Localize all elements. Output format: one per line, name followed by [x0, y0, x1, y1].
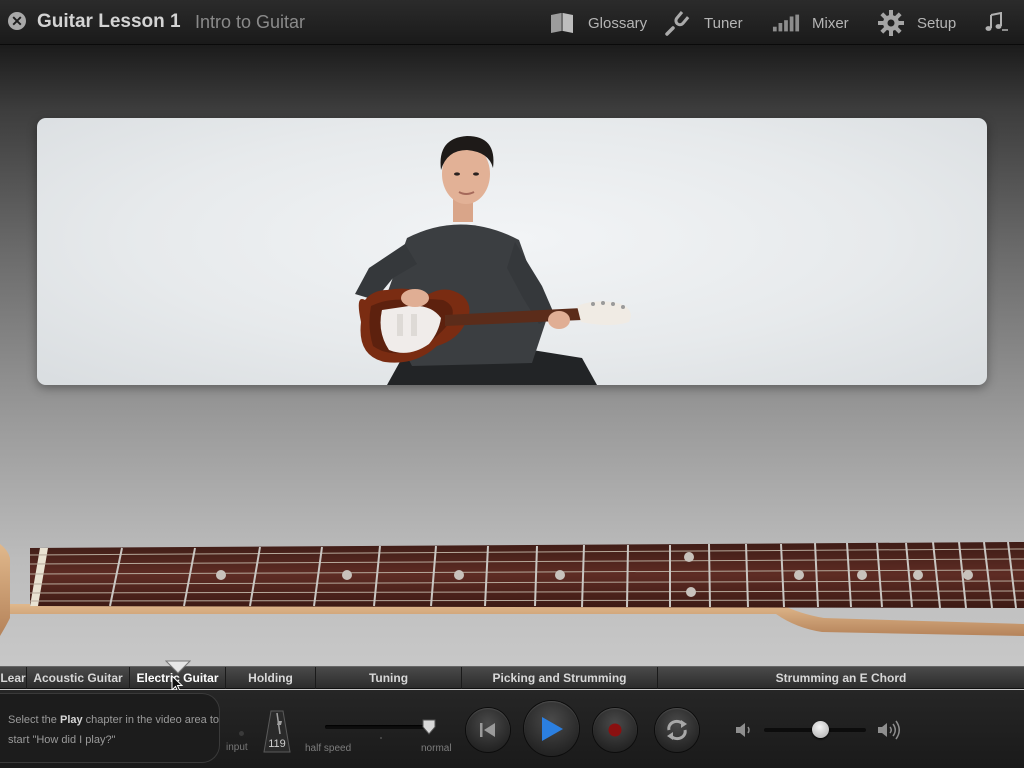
close-icon[interactable]: ✕	[8, 12, 26, 30]
play-icon	[541, 716, 563, 741]
tuner-label: Tuner	[704, 14, 743, 32]
gear-icon	[877, 10, 905, 36]
tuning-fork-icon	[664, 10, 692, 36]
glossary-button[interactable]: Glossary	[548, 10, 647, 36]
input-led	[239, 731, 244, 736]
mixer-button[interactable]: Mixer	[772, 10, 849, 36]
chapter-acoustic-guitar[interactable]: Acoustic Guitar	[27, 667, 130, 689]
chapter-tuning[interactable]: Tuning	[316, 667, 462, 689]
go-to-beginning-button[interactable]	[466, 708, 510, 752]
lesson-subtitle: Intro to Guitar	[195, 12, 306, 32]
lesson-video[interactable]	[37, 118, 987, 385]
chapter-picking-and-strumming[interactable]: Picking and Strumming	[462, 667, 658, 689]
title-bar: ✕ Guitar Lesson 1 Intro to Guitar Glossa…	[0, 0, 1024, 45]
instructor-image	[355, 136, 631, 385]
volume-low-icon	[736, 723, 750, 737]
book-icon	[548, 10, 576, 36]
half-speed-label: half speed	[305, 743, 352, 754]
play-button[interactable]	[524, 701, 579, 756]
tempo-value[interactable]: 119	[265, 738, 289, 750]
glossary-label: Glossary	[588, 14, 648, 32]
input-label: input	[226, 742, 248, 753]
playhead[interactable]	[165, 660, 191, 674]
volume-high-icon	[878, 720, 900, 740]
music-notes-button[interactable]	[982, 10, 1022, 36]
record-button[interactable]	[593, 708, 637, 752]
hint-text-bold: Play	[59, 714, 83, 726]
mixer-label: Mixer	[812, 14, 849, 32]
chapter-bar: Lear Acoustic Guitar Electric Guitar Hol…	[0, 666, 1024, 689]
music-notes-icon	[982, 10, 1010, 36]
lesson-title: Guitar Lesson 1	[37, 11, 181, 32]
chapter-holding[interactable]: Holding	[226, 667, 316, 689]
speed-slider-knob[interactable]	[421, 719, 437, 735]
hint-text-prefix: Select the	[8, 714, 60, 726]
skip-back-icon	[480, 723, 495, 737]
setup-label: Setup	[917, 14, 957, 32]
volume-slider-knob[interactable]	[811, 721, 829, 738]
chapter-learn[interactable]: Lear	[0, 667, 27, 689]
mixer-icon	[772, 10, 800, 36]
loop-icon	[667, 719, 687, 741]
fretboard	[0, 541, 1024, 636]
tuner-button[interactable]: Tuner	[664, 10, 743, 36]
loop-button[interactable]	[655, 708, 699, 752]
record-icon	[608, 723, 622, 737]
setup-button[interactable]: Setup	[877, 10, 956, 36]
speed-slider-tick	[380, 737, 382, 739]
chapter-strumming-an-e-chord[interactable]: Strumming an E Chord	[658, 667, 1024, 689]
normal-speed-label: normal	[421, 743, 452, 754]
play-hint: Select the Play chapter in the video are…	[0, 693, 220, 763]
speed-slider-track[interactable]	[325, 725, 433, 729]
